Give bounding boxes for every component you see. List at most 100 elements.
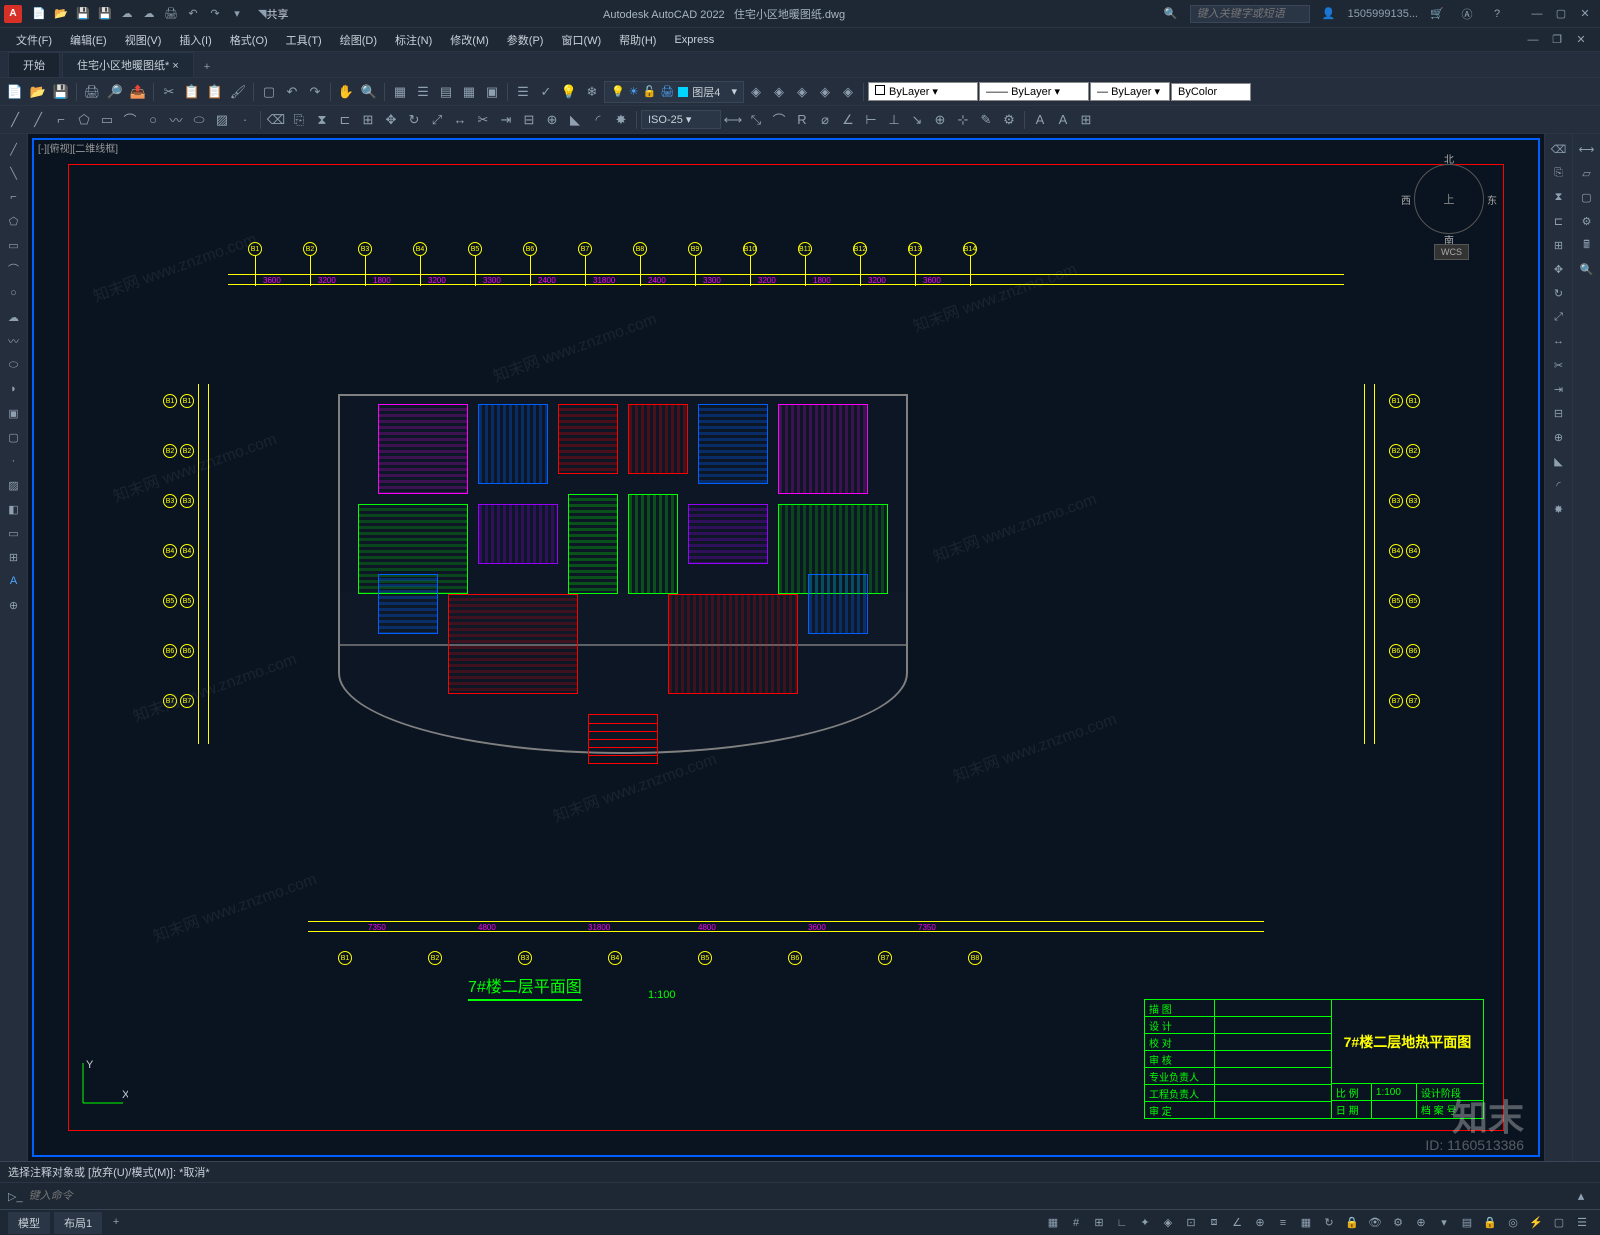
st-table-icon[interactable]: ⊞ xyxy=(2,546,26,568)
tb-props-icon[interactable]: ☰ xyxy=(412,81,434,103)
menu-param[interactable]: 参数(P) xyxy=(499,29,552,51)
layer-dropdown[interactable]: 💡☀🔓🖨 图层4 ▾ xyxy=(604,81,744,103)
st-arc-icon[interactable]: ⌒ xyxy=(2,258,26,280)
tb-trim-icon[interactable]: ✂ xyxy=(472,109,494,131)
st-rect-icon[interactable]: ▭ xyxy=(2,234,26,256)
rt2-calc-icon[interactable]: 🖩 xyxy=(1575,234,1599,256)
qat-dropdown-icon[interactable]: ▾ xyxy=(228,5,246,23)
menu-help[interactable]: 帮助(H) xyxy=(611,29,664,51)
tb-layer-walk-icon[interactable]: ◈ xyxy=(768,81,790,103)
tb-explode-icon[interactable]: ✸ xyxy=(610,109,632,131)
sb-customize-icon[interactable]: ☰ xyxy=(1572,1213,1592,1233)
tb-sheet-icon[interactable]: ▦ xyxy=(389,81,411,103)
sb-model-icon[interactable]: ▦ xyxy=(1043,1213,1063,1233)
help-icon[interactable]: ? xyxy=(1488,5,1506,23)
tb-block-icon[interactable]: ▢ xyxy=(258,81,280,103)
save-icon[interactable]: 💾 xyxy=(74,5,92,23)
tb-offset-icon[interactable]: ⊏ xyxy=(334,109,356,131)
undo-icon[interactable]: ↶ xyxy=(184,5,202,23)
tb-save-icon[interactable]: 💾 xyxy=(50,81,72,103)
tb-dimedit-icon[interactable]: ✎ xyxy=(975,109,997,131)
tb-zoom-icon[interactable]: 🔍 xyxy=(358,81,380,103)
tab-start[interactable]: 开始 xyxy=(8,52,60,77)
tb-dim-linear-icon[interactable]: ⟷ xyxy=(722,109,744,131)
sb-quickprops-icon[interactable]: ▤ xyxy=(1457,1213,1477,1233)
st-xline-icon[interactable]: ╲ xyxy=(2,162,26,184)
tb-rotate-icon[interactable]: ↻ xyxy=(403,109,425,131)
st-pline-icon[interactable]: ⌐ xyxy=(2,186,26,208)
tb-dim-base-icon[interactable]: ⊥ xyxy=(883,109,905,131)
maximize-icon[interactable]: ▢ xyxy=(1550,5,1572,23)
linetype-dropdown[interactable]: —— ByLayer ▾ xyxy=(979,82,1089,101)
sb-hardware-icon[interactable]: ⚡ xyxy=(1526,1213,1546,1233)
tb-layer-match-icon[interactable]: ◈ xyxy=(837,81,859,103)
st-ellipse-icon[interactable]: ⬭ xyxy=(2,354,26,376)
tb-pan-icon[interactable]: ✋ xyxy=(335,81,357,103)
tb-layer-prev-icon[interactable]: ◈ xyxy=(745,81,767,103)
sb-units-icon[interactable]: ▾ xyxy=(1434,1213,1454,1233)
st-line-icon[interactable]: ╱ xyxy=(2,138,26,160)
menu-view[interactable]: 视图(V) xyxy=(117,29,170,51)
close-icon[interactable]: ✕ xyxy=(1574,5,1596,23)
share-label[interactable]: 共享 xyxy=(266,6,288,22)
tb-dim-radius-icon[interactable]: R xyxy=(791,109,813,131)
sb-grid-icon[interactable]: # xyxy=(1066,1213,1086,1233)
tb-new-icon[interactable]: 📄 xyxy=(4,81,26,103)
cloud-save-icon[interactable]: ☁ xyxy=(140,5,158,23)
dimstyle-dropdown[interactable]: ISO-25 ▾ xyxy=(641,110,721,129)
tb-dim-cont-icon[interactable]: ⊢ xyxy=(860,109,882,131)
sb-workspace-icon[interactable]: ⚙ xyxy=(1388,1213,1408,1233)
tb-markup-icon[interactable]: ▣ xyxy=(481,81,503,103)
tb-layer-iso-icon[interactable]: 💡 xyxy=(558,81,580,103)
tb-arc-icon[interactable]: ⌒ xyxy=(119,109,141,131)
sb-lwt-icon[interactable]: ≡ xyxy=(1273,1213,1293,1233)
sb-isodraft-icon[interactable]: ◈ xyxy=(1158,1213,1178,1233)
wcs-label[interactable]: WCS xyxy=(1434,244,1469,260)
menu-tools[interactable]: 工具(T) xyxy=(278,29,330,51)
app-menu-icon[interactable]: Ⓐ xyxy=(1458,5,1476,23)
tb-circle-icon[interactable]: ○ xyxy=(142,109,164,131)
tb-match-icon[interactable]: 🖌 xyxy=(227,81,249,103)
tb-open-icon[interactable]: 📂 xyxy=(27,81,49,103)
tb-redo2-icon[interactable]: ↷ xyxy=(304,81,326,103)
tb-cut-icon[interactable]: ✂ xyxy=(158,81,180,103)
st-spline-icon[interactable]: 〰 xyxy=(2,330,26,352)
rt2-area-icon[interactable]: ▱ xyxy=(1575,162,1599,184)
tb-move-icon[interactable]: ✥ xyxy=(380,109,402,131)
color-dropdown[interactable]: ByLayer ▾ xyxy=(868,82,978,101)
tb-dimstyle-icon[interactable]: ⚙ xyxy=(998,109,1020,131)
st-mtext-icon[interactable]: A xyxy=(2,570,26,592)
tb-layer-state-icon[interactable]: ✓ xyxy=(535,81,557,103)
tb-paste-icon[interactable]: 📋 xyxy=(204,81,226,103)
tab-document[interactable]: 住宅小区地暖图纸* × xyxy=(62,52,194,77)
rt-array-icon[interactable]: ⊞ xyxy=(1547,234,1571,256)
rt2-region-icon[interactable]: ▢ xyxy=(1575,186,1599,208)
tb-text-icon[interactable]: A xyxy=(1029,109,1051,131)
plot-icon[interactable]: 🖨 xyxy=(162,5,180,23)
tb-copy-icon[interactable]: 📋 xyxy=(181,81,203,103)
tb-layers-icon[interactable]: ☰ xyxy=(512,81,534,103)
tb-mirror-icon[interactable]: ⧗ xyxy=(311,109,333,131)
sb-annovisible-icon[interactable]: 👁 xyxy=(1365,1213,1385,1233)
rt-extend-icon[interactable]: ⇥ xyxy=(1547,378,1571,400)
rt2-find-icon[interactable]: 🔍 xyxy=(1575,258,1599,280)
sb-polar-icon[interactable]: ✦ xyxy=(1135,1213,1155,1233)
drawing-canvas[interactable]: [-][俯视][二维线框] 北 南 东 西 上 WCS B1B2B3B4B5B6… xyxy=(28,134,1544,1161)
sb-ortho-icon[interactable]: ∟ xyxy=(1112,1213,1132,1233)
menu-format[interactable]: 格式(O) xyxy=(222,29,276,51)
sb-annoscale-icon[interactable]: 🔒 xyxy=(1342,1213,1362,1233)
st-gradient-icon[interactable]: ◧ xyxy=(2,498,26,520)
rt-copy-icon[interactable]: ⎘ xyxy=(1547,162,1571,184)
tb-rect-icon[interactable]: ▭ xyxy=(96,109,118,131)
sb-cycling-icon[interactable]: ↻ xyxy=(1319,1213,1339,1233)
new-icon[interactable]: 📄 xyxy=(30,5,48,23)
rt-stretch-icon[interactable]: ↔ xyxy=(1547,330,1571,352)
rt-scale-icon[interactable]: ⤢ xyxy=(1547,306,1571,328)
tb-table-icon[interactable]: ⊞ xyxy=(1075,109,1097,131)
st-block-icon[interactable]: ▢ xyxy=(2,426,26,448)
viewport-label[interactable]: [-][俯视][二维线框] xyxy=(38,140,118,155)
st-revcloud-icon[interactable]: ☁ xyxy=(2,306,26,328)
menu-insert[interactable]: 插入(I) xyxy=(171,29,219,51)
saveas-icon[interactable]: 💾 xyxy=(96,5,114,23)
menu-draw[interactable]: 绘图(D) xyxy=(332,29,385,51)
